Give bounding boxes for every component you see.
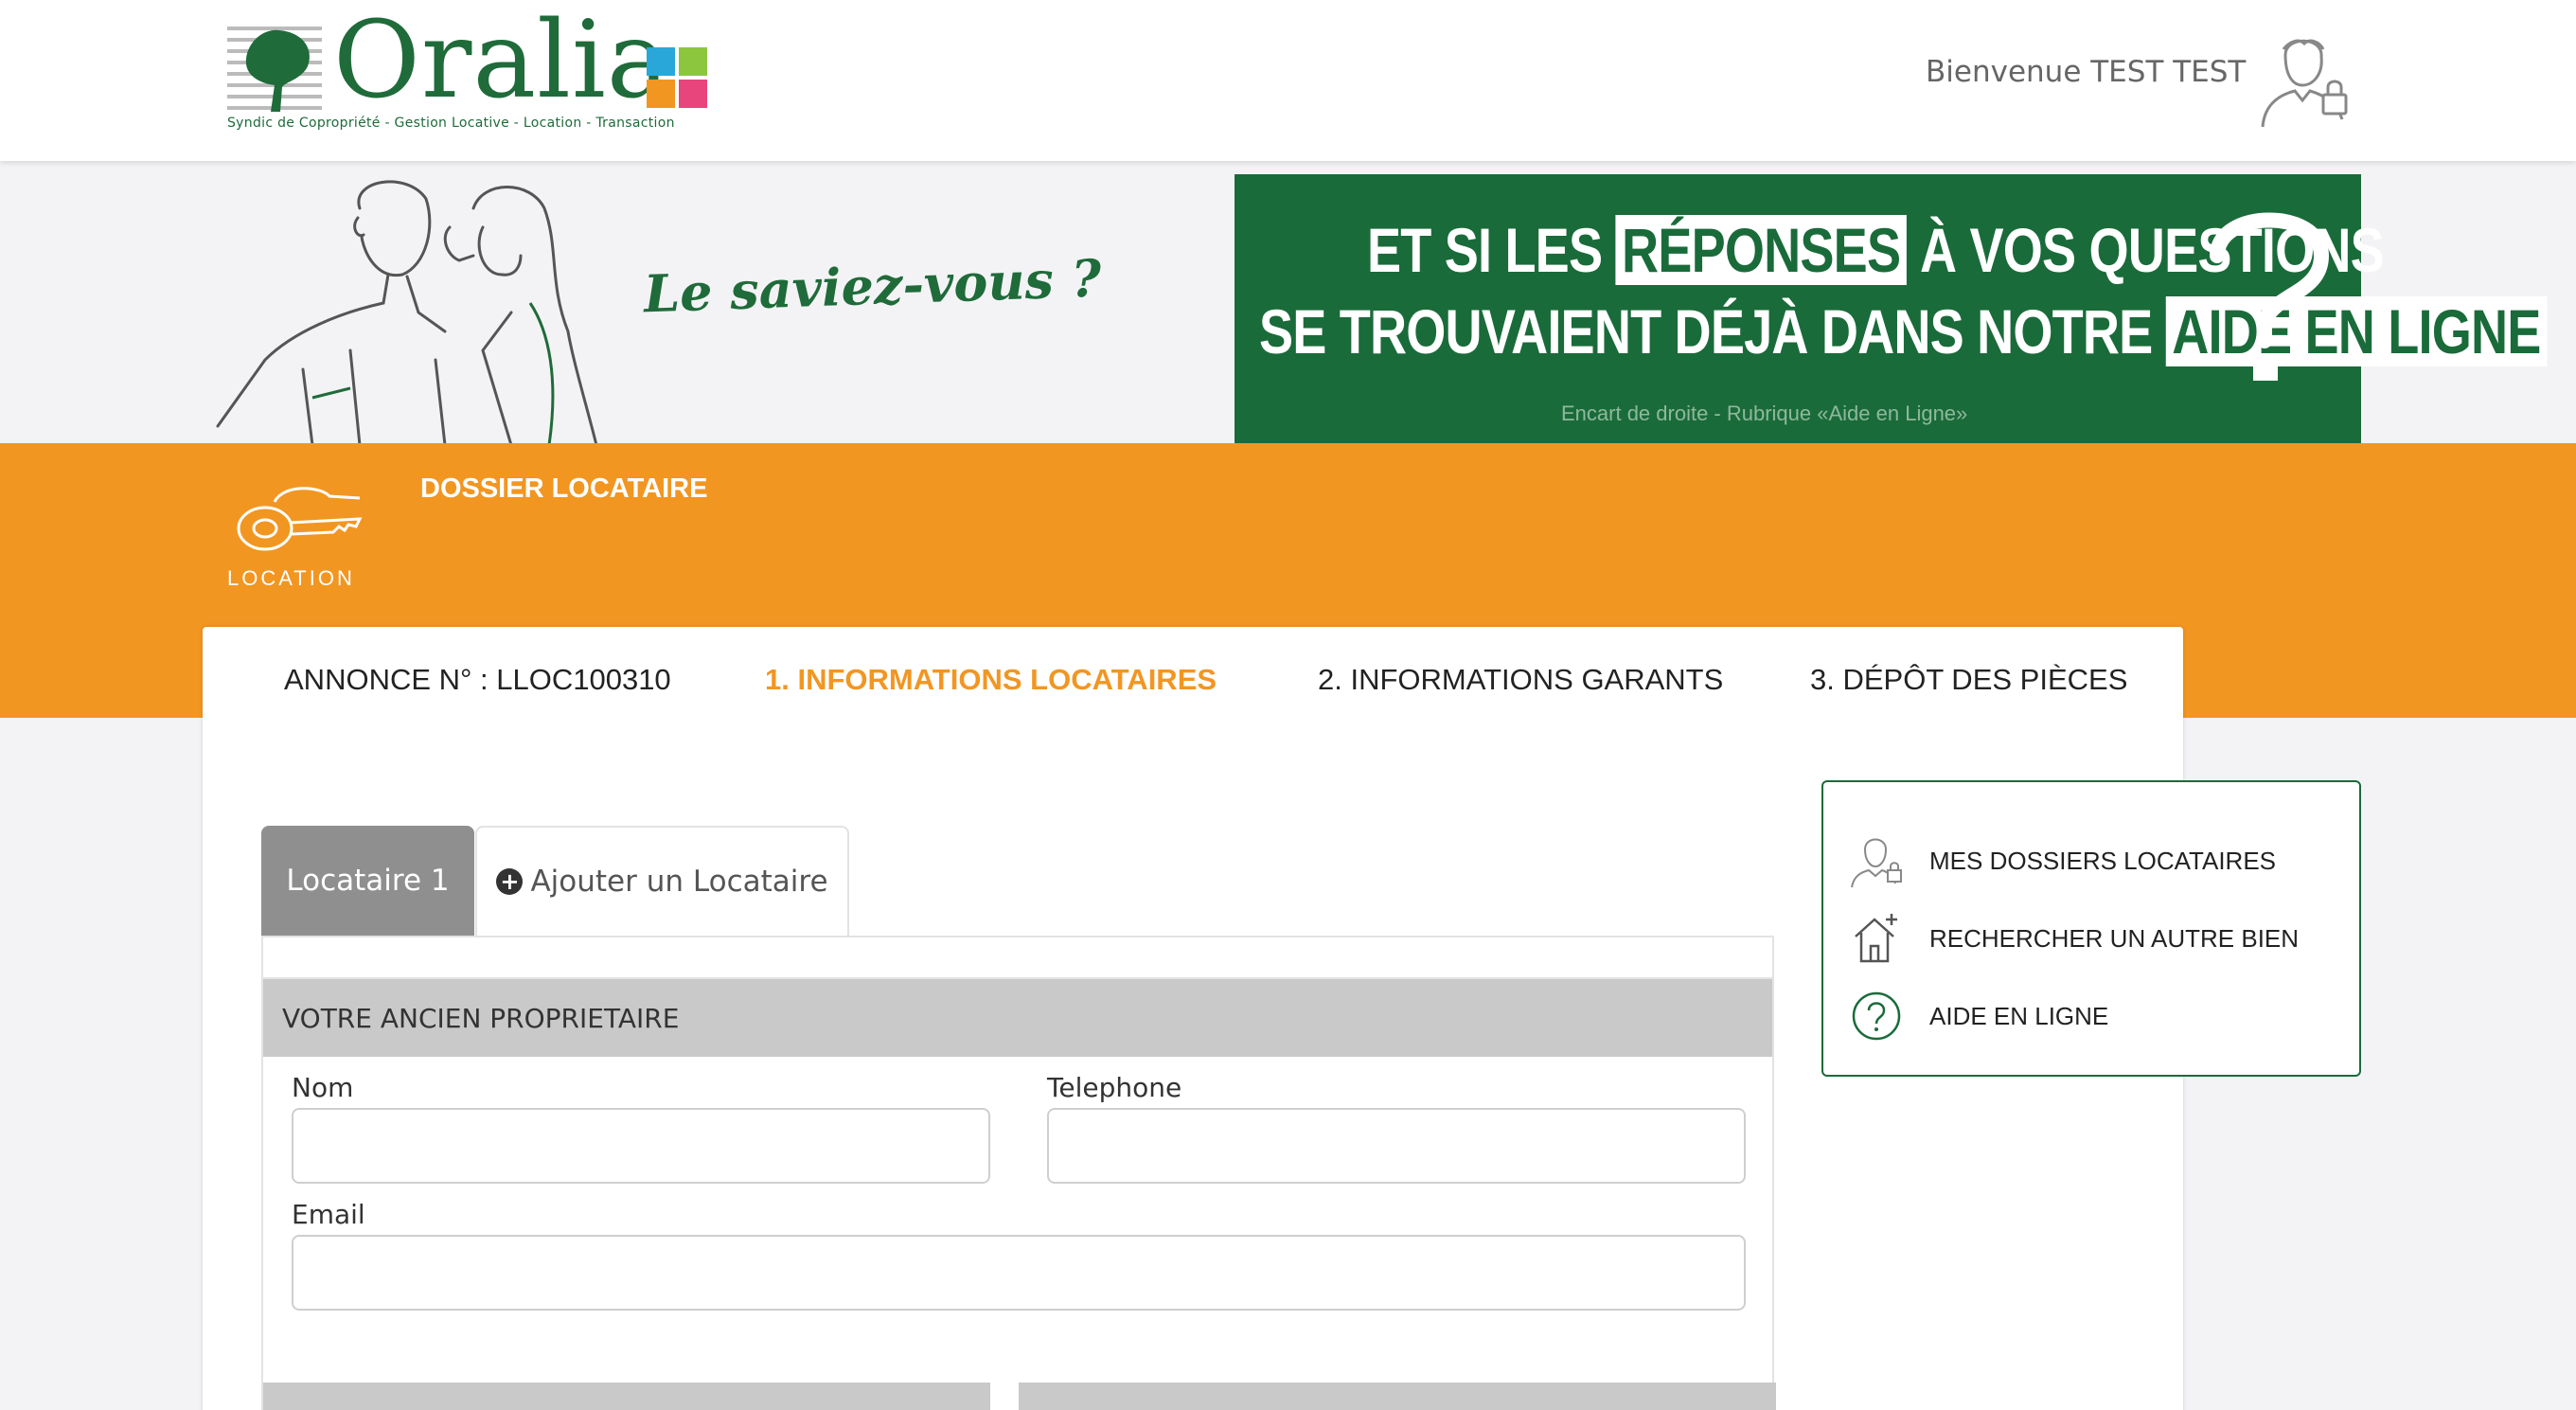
sidebar-item-aide[interactable]: AIDE EN LIGNE: [1848, 987, 2108, 1045]
tab-locataire-1[interactable]: Locataire 1: [261, 826, 474, 936]
whisper-illustration: [216, 180, 598, 445]
next-section-header-left: [263, 1383, 990, 1410]
keys-icon: [237, 487, 363, 551]
logo-squares-icon: [647, 47, 707, 108]
logo-wordmark: Oralia: [333, 0, 671, 122]
step-informations-garants[interactable]: 2. INFORMATIONS GARANTS: [1318, 663, 1723, 697]
question-circle-icon: [1852, 991, 1901, 1041]
telephone-label: Telephone: [1047, 1072, 1182, 1103]
logo-tagline: Syndic de Copropriété - Gestion Locative…: [227, 116, 675, 131]
sidebar-item-label: MES DOSSIERS LOCATAIRES: [1929, 846, 2277, 875]
annonce-number: ANNONCE N° : LLOC100310: [284, 663, 671, 696]
help-promo-banner[interactable]: ET SI LES RÉPONSES À VOS QUESTIONS SE TR…: [1235, 174, 2548, 443]
promo-line-2: SE TROUVAIENT DÉJÀ DANS NOTRE AIDE EN LI…: [1259, 295, 2548, 367]
add-tenant-tab[interactable]: + Ajouter un Locataire: [475, 826, 849, 936]
sidebar-item-label: AIDE EN LIGNE: [1929, 1001, 2109, 1030]
email-label: Email: [292, 1199, 365, 1230]
tenant-form-panel: VOTRE ANCIEN PROPRIETAIRE Nom Telephone …: [261, 936, 1776, 1410]
section-heading-text: VOTRE ANCIEN PROPRIETAIRE: [282, 1002, 680, 1034]
section-heading: VOTRE ANCIEN PROPRIETAIRE: [263, 979, 1772, 1057]
plus-circle-icon: +: [496, 868, 524, 895]
tree-logo-icon: [227, 27, 322, 112]
welcome-text: Bienvenue TEST TEST: [1926, 55, 2247, 89]
location-label: LOCATION: [227, 566, 355, 590]
page-title: DOSSIER LOCATAIRE: [420, 473, 708, 504]
step-informations-locataires[interactable]: 1. INFORMATIONS LOCATAIRES: [765, 663, 1217, 697]
add-tenant-label: Ajouter un Locataire: [530, 865, 828, 899]
promo-caption: Encart de droite - Rubrique «Aide en Lig…: [1561, 402, 1968, 425]
step-nav: ANNONCE N° : LLOC100310 1. INFORMATIONS …: [203, 627, 2183, 739]
panel-top-strip: [263, 937, 1772, 979]
question-mark-icon: [2210, 212, 2330, 381]
sidebar-item-label: RECHERCHER UN AUTRE BIEN: [1929, 923, 2300, 953]
top-header: Oralia Syndic de Copropriété - Gestion L…: [0, 0, 2576, 161]
email-field[interactable]: [292, 1235, 1746, 1311]
nom-field[interactable]: [292, 1108, 990, 1184]
telephone-field[interactable]: [1047, 1108, 1746, 1184]
user-avatar-icon[interactable]: [2257, 28, 2352, 129]
house-plus-icon: [1855, 914, 1897, 963]
sidebar-item-rechercher[interactable]: RECHERCHER UN AUTRE BIEN: [1848, 909, 2299, 968]
step-depot-pieces[interactable]: 3. DÉPÔT DES PIÈCES: [1810, 663, 2127, 697]
next-section-header-right: [1019, 1383, 1776, 1410]
oralia-logo[interactable]: Oralia Syndic de Copropriété - Gestion L…: [227, 8, 720, 136]
quick-links-box: MES DOSSIERS LOCATAIRES RECHERCHER UN AU…: [1821, 780, 2361, 1077]
nom-label: Nom: [292, 1072, 354, 1103]
user-lock-icon: [1851, 838, 1902, 888]
tab-locataire-1-label: Locataire 1: [286, 864, 450, 898]
sidebar-item-mes-dossiers[interactable]: MES DOSSIERS LOCATAIRES: [1848, 831, 2276, 890]
